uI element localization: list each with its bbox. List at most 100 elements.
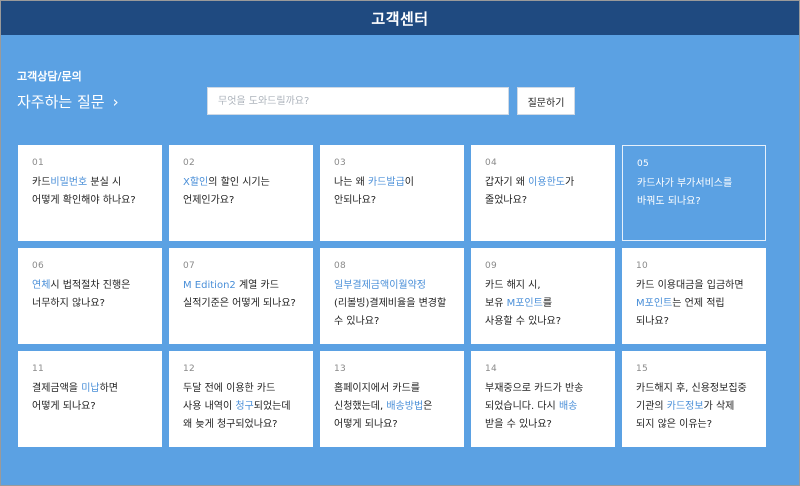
faq-number: 03: [334, 158, 347, 168]
faq-keyword: 비밀번호: [50, 177, 88, 188]
faq-question-line: 너무하지 않나요?: [32, 295, 148, 313]
faq-question: X할인의 할인 시기는 언제인가요?: [183, 174, 299, 210]
faq-question-line: 되나요?: [636, 313, 752, 331]
faq-text: 분실 시: [87, 177, 122, 188]
faq-question-line: 보유 M포인트를: [485, 295, 601, 313]
faq-question-line: 되었습니다. 다시 배송: [485, 398, 601, 416]
faq-text: 계열 카드: [235, 280, 279, 291]
faq-text: 어떻게 되나요?: [334, 419, 398, 430]
faq-text: 두달 전에 이용한 카드: [183, 383, 276, 394]
faq-question-line: 사용할 수 있나요?: [485, 313, 601, 331]
faq-question: 카드사가 부가서비스를바꿔도 되나요?: [637, 175, 751, 211]
faq-text: (리볼빙)결제비율을 변경할: [334, 298, 447, 309]
faq-question-line: 사용 내역이 청구되었는데: [183, 398, 299, 416]
faq-question: 일부결제금액이월약정 (리볼빙)결제비율을 변경할 수 있나요?: [334, 277, 450, 331]
faq-card[interactable]: 03 나는 왜 카드발급이 안되나요?: [320, 145, 464, 241]
faq-question-line: 카드 이용대금을 입금하면: [636, 277, 752, 295]
faq-question: 나는 왜 카드발급이 안되나요?: [334, 174, 450, 210]
faq-text: 어떻게 되나요?: [32, 401, 96, 412]
faq-link[interactable]: 자주하는 질문 ›: [17, 91, 119, 112]
faq-keyword: 일부결제금액이월약정: [334, 280, 426, 291]
faq-text: 홈페이지에서 카드를: [334, 383, 420, 394]
faq-question-line: 어떻게 되나요?: [32, 398, 148, 416]
faq-question-line: 실적기준은 어떻게 되나요?: [183, 295, 299, 313]
faq-number: 12: [183, 364, 196, 374]
chevron-right-icon: ›: [112, 92, 119, 111]
faq-grid: 01 카드비밀번호 분실 시 어떻게 확인해야 하나요? 02 X할인의 할인 시기는 언…: [18, 145, 766, 447]
faq-question-line: 언제인가요?: [183, 192, 299, 210]
faq-number: 13: [334, 364, 347, 374]
faq-text: 가 삭제: [703, 401, 735, 412]
faq-keyword: M Edition2: [183, 280, 236, 291]
faq-text: 되나요?: [636, 316, 669, 327]
faq-question-line: (리볼빙)결제비율을 변경할: [334, 295, 450, 313]
faq-question-line: 신청했는데, 배송방법은: [334, 398, 450, 416]
faq-card[interactable]: 05 카드사가 부가서비스를바꿔도 되나요?: [622, 145, 766, 241]
page-title: 고객센터: [371, 9, 429, 28]
faq-number: 10: [636, 261, 649, 271]
faq-card[interactable]: 13 홈페이지에서 카드를신청했는데, 배송방법은어떻게 되나요?: [320, 351, 464, 447]
faq-question-line: X할인의 할인 시기는: [183, 174, 299, 192]
consult-section-label: 고객상담/문의: [17, 70, 82, 83]
faq-text: 결제금액을: [32, 383, 82, 394]
faq-card[interactable]: 10 카드 이용대금을 입금하면 M포인트는 언제 적립 되나요?: [622, 248, 766, 344]
faq-keyword: 이용한도: [528, 177, 565, 188]
faq-text: 는 언제 적립: [672, 298, 725, 309]
faq-keyword: 연체: [32, 280, 51, 291]
faq-number: 01: [32, 158, 45, 168]
faq-question-line: 받을 수 있나요?: [485, 416, 601, 434]
faq-card[interactable]: 09 카드 해지 시, 보유 M포인트를 사용할 수 있나요?: [471, 248, 615, 344]
faq-text: 받을 수 있나요?: [485, 419, 552, 430]
faq-card[interactable]: 07 M Edition2 계열 카드 실적기준은 어떻게 되나요?: [169, 248, 313, 344]
faq-text: 사용 내역이: [183, 401, 236, 412]
faq-text: 시 법적절차 진행은: [50, 280, 131, 291]
faq-text: 하면: [99, 383, 118, 394]
faq-question-line: 홈페이지에서 카드를: [334, 380, 450, 398]
faq-question-line: 안되나요?: [334, 192, 450, 210]
faq-question-line: 카드사가 부가서비스를: [637, 175, 751, 193]
faq-keyword: M포인트: [636, 298, 673, 309]
faq-question: 두달 전에 이용한 카드사용 내역이 청구되었는데왜 늦게 청구되었나요?: [183, 380, 299, 434]
faq-question-line: 기관의 카드정보가 삭제: [636, 398, 752, 416]
faq-question-line: 되지 않은 이유는?: [636, 416, 752, 434]
faq-card[interactable]: 04 갑자기 왜 이용한도가 줄었나요?: [471, 145, 615, 241]
faq-question-line: 일부결제금액이월약정: [334, 277, 450, 295]
faq-question: 카드비밀번호 분실 시어떻게 확인해야 하나요?: [32, 174, 148, 210]
faq-card[interactable]: 12 두달 전에 이용한 카드사용 내역이 청구되었는데왜 늦게 청구되었나요?: [169, 351, 313, 447]
faq-text: 어떻게 확인해야 하나요?: [32, 195, 136, 206]
question-search-input[interactable]: [207, 87, 509, 115]
faq-question-line: 카드 해지 시,: [485, 277, 601, 295]
faq-number: 04: [485, 158, 498, 168]
faq-text: 카드 해지 시,: [485, 280, 541, 291]
faq-text: 너무하지 않나요?: [32, 298, 105, 309]
ask-question-button[interactable]: 질문하기: [517, 87, 575, 115]
faq-text: 이: [404, 177, 414, 188]
faq-question-line: 카드해지 후, 신용정보집중: [636, 380, 752, 398]
faq-card[interactable]: 01 카드비밀번호 분실 시어떻게 확인해야 하나요?: [18, 145, 162, 241]
faq-text: 의 할인 시기는: [208, 177, 270, 188]
faq-text: 신청했는데,: [334, 401, 387, 412]
faq-link-label: 자주하는 질문: [17, 93, 105, 111]
faq-text: 카드: [32, 177, 51, 188]
page-header: 고객센터: [1, 1, 799, 35]
faq-card[interactable]: 02 X할인의 할인 시기는 언제인가요?: [169, 145, 313, 241]
faq-number: 09: [485, 261, 498, 271]
faq-text: 갑자기 왜: [485, 177, 529, 188]
faq-number: 05: [637, 159, 650, 169]
faq-text: 부재중으로 카드가 반송: [485, 383, 584, 394]
faq-card[interactable]: 08 일부결제금액이월약정 (리볼빙)결제비율을 변경할 수 있나요?: [320, 248, 464, 344]
faq-text: 바꿔도 되나요?: [637, 196, 701, 207]
faq-number: 14: [485, 364, 498, 374]
faq-question: 연체시 법적절차 진행은너무하지 않나요?: [32, 277, 148, 313]
faq-text: 카드 이용대금을 입금하면: [636, 280, 744, 291]
faq-card[interactable]: 11 결제금액을 미납하면 어떻게 되나요?: [18, 351, 162, 447]
faq-card[interactable]: 06 연체시 법적절차 진행은 너무하지 않나요?: [18, 248, 162, 344]
faq-card[interactable]: 15 카드해지 후, 신용정보집중 기관의 카드정보가 삭제 되지 않은 이유는?: [622, 351, 766, 447]
faq-question-line: 카드비밀번호 분실 시: [32, 174, 148, 192]
faq-number: 11: [32, 364, 45, 374]
faq-text: 안되나요?: [334, 195, 377, 206]
faq-card[interactable]: 14 부재중으로 카드가 반송되었습니다. 다시 배송받을 수 있나요?: [471, 351, 615, 447]
faq-text: 왜 늦게 청구되었나요?: [183, 419, 278, 430]
faq-text: 기관의: [636, 401, 667, 412]
faq-question-line: M Edition2 계열 카드: [183, 277, 299, 295]
